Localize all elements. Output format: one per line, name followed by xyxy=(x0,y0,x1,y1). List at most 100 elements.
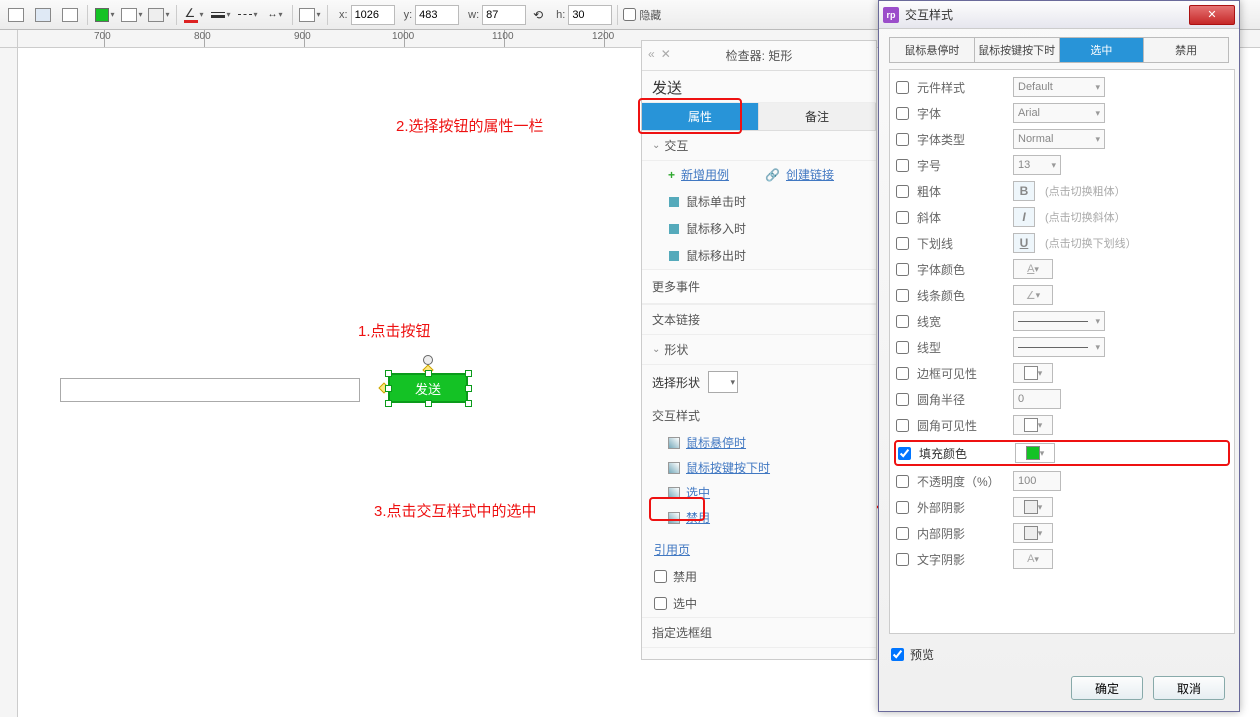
line-style-dropdown[interactable] xyxy=(1013,337,1105,357)
close-panel-icon[interactable]: ✕ xyxy=(661,47,671,61)
prop-fill-color-check[interactable] xyxy=(898,447,911,460)
border-style-icon[interactable]: ▾ xyxy=(120,4,144,26)
style-selected-row[interactable]: 选中 xyxy=(642,480,876,505)
ok-button[interactable]: 确定 xyxy=(1071,676,1143,700)
prop-line-width-check[interactable] xyxy=(896,315,909,328)
style-selected-link[interactable]: 选中 xyxy=(686,484,710,501)
inner-shadow-picker[interactable] xyxy=(1013,523,1053,543)
dialog-titlebar[interactable]: rp 交互样式 ✕ xyxy=(879,1,1239,29)
line-weight-icon[interactable]: ▾ xyxy=(209,4,233,26)
style-hover-link[interactable]: 鼠标悬停时 xyxy=(686,434,746,451)
prop-font-size-dropdown[interactable]: 13 xyxy=(1013,155,1061,175)
dlg-tab-selected[interactable]: 选中 xyxy=(1060,38,1145,62)
bold-toggle[interactable]: B xyxy=(1013,181,1035,201)
outer-shadow-picker[interactable] xyxy=(1013,497,1053,517)
hide-checkbox[interactable] xyxy=(623,8,636,21)
rotate-handle-icon[interactable] xyxy=(423,355,433,365)
arrow-style-icon[interactable]: ↔▾ xyxy=(263,4,287,26)
line-color-picker[interactable]: ∠ xyxy=(1013,285,1053,305)
cancel-button[interactable]: 取消 xyxy=(1153,676,1225,700)
prop-bold-check[interactable] xyxy=(896,185,909,198)
resize-handle-icon[interactable] xyxy=(385,385,392,392)
prop-italic-check[interactable] xyxy=(896,211,909,224)
resize-handle-icon[interactable] xyxy=(465,370,472,377)
section-interaction[interactable]: ⌄交互 xyxy=(642,131,876,161)
section-shape[interactable]: ⌄形状 xyxy=(642,335,876,365)
close-button[interactable]: ✕ xyxy=(1189,5,1235,25)
corner-radius-input[interactable]: 0 xyxy=(1013,389,1061,409)
dlg-tab-hover[interactable]: 鼠标悬停时 xyxy=(890,38,975,62)
send-button-widget[interactable]: 发送 xyxy=(388,373,468,403)
preview-checkbox[interactable] xyxy=(891,648,904,661)
create-link-link[interactable]: 创建链接 xyxy=(786,166,834,183)
selected-widget[interactable]: 发送 xyxy=(378,363,478,413)
tab-notes[interactable]: 备注 xyxy=(759,103,876,130)
resize-handle-icon[interactable] xyxy=(465,385,472,392)
prop-font-color-check[interactable] xyxy=(896,263,909,276)
line-style-icon[interactable]: ▾ xyxy=(236,4,260,26)
h-input[interactable] xyxy=(568,5,612,25)
prop-font-type-check[interactable] xyxy=(896,133,909,146)
vdist-icon[interactable]: ▾ xyxy=(298,4,322,26)
ref-page-link[interactable]: 引用页 xyxy=(654,541,690,558)
resize-handle-icon[interactable] xyxy=(385,400,392,407)
selected-checkbox[interactable] xyxy=(654,597,667,610)
prop-font-dropdown[interactable]: Arial xyxy=(1013,103,1105,123)
canvas-text-input-widget[interactable] xyxy=(60,378,360,402)
y-input[interactable] xyxy=(415,5,459,25)
prop-font-size-check[interactable] xyxy=(896,159,909,172)
border-vis-picker[interactable] xyxy=(1013,363,1053,383)
resize-handle-icon[interactable] xyxy=(425,400,432,407)
add-case-link[interactable]: 新增用例 xyxy=(681,166,729,183)
prop-corner-vis-check[interactable] xyxy=(896,419,909,432)
dlg-tab-disabled[interactable]: 禁用 xyxy=(1144,38,1228,62)
style-mousedown-row[interactable]: 鼠标按键按下时 xyxy=(642,455,876,480)
section-text-link[interactable]: 文本链接 xyxy=(642,304,876,335)
style-hover-row[interactable]: 鼠标悬停时 xyxy=(642,430,876,455)
prop-opacity-check[interactable] xyxy=(896,475,909,488)
resize-handle-icon[interactable] xyxy=(465,400,472,407)
disabled-checkbox[interactable] xyxy=(654,570,667,583)
line-width-dropdown[interactable] xyxy=(1013,311,1105,331)
prop-font-check[interactable] xyxy=(896,107,909,120)
shadow-icon[interactable]: ▾ xyxy=(147,4,171,26)
opacity-input[interactable]: 100 xyxy=(1013,471,1061,491)
resize-handle-icon[interactable] xyxy=(385,370,392,377)
dlg-tab-mousedown[interactable]: 鼠标按键按下时 xyxy=(975,38,1060,62)
lock-aspect-icon[interactable]: ⟲ xyxy=(529,4,547,26)
font-color-picker[interactable]: A xyxy=(1013,259,1053,279)
prop-text-shadow-check[interactable] xyxy=(896,553,909,566)
prop-corner-radius-check[interactable] xyxy=(896,393,909,406)
prop-widget-style-dropdown[interactable]: Default xyxy=(1013,77,1105,97)
style-disabled-row[interactable]: 禁用 xyxy=(642,505,876,530)
prop-font-type-dropdown[interactable]: Normal xyxy=(1013,129,1105,149)
fill-color-picker[interactable] xyxy=(1015,443,1055,463)
x-input[interactable] xyxy=(351,5,395,25)
underline-toggle[interactable]: U xyxy=(1013,233,1035,253)
w-input[interactable] xyxy=(482,5,526,25)
align-left-icon[interactable] xyxy=(4,4,28,26)
event-onmouseleave[interactable]: 鼠标移出时 xyxy=(642,242,876,269)
text-shadow-picker[interactable]: A xyxy=(1013,549,1053,569)
prop-line-color-check[interactable] xyxy=(896,289,909,302)
more-events-row[interactable]: 更多事件 xyxy=(642,269,876,304)
prop-border-vis-check[interactable] xyxy=(896,367,909,380)
prop-inner-shadow-check[interactable] xyxy=(896,527,909,540)
prop-line-style-check[interactable] xyxy=(896,341,909,354)
event-onmouseenter[interactable]: 鼠标移入时 xyxy=(642,215,876,242)
fill-color-icon[interactable]: ▾ xyxy=(93,4,117,26)
event-onclick[interactable]: 鼠标单击时 xyxy=(642,188,876,215)
line-color-icon[interactable]: ∠▾ xyxy=(182,4,206,26)
shape-picker[interactable] xyxy=(708,371,738,393)
collapse-icon[interactable]: « xyxy=(648,47,655,61)
align-right-icon[interactable] xyxy=(58,4,82,26)
prop-widget-style-check[interactable] xyxy=(896,81,909,94)
prop-outer-shadow-check[interactable] xyxy=(896,501,909,514)
tab-properties[interactable]: 属性 xyxy=(642,103,759,130)
italic-toggle[interactable]: I xyxy=(1013,207,1035,227)
corner-vis-picker[interactable] xyxy=(1013,415,1053,435)
style-disabled-link[interactable]: 禁用 xyxy=(686,509,710,526)
align-center-icon[interactable] xyxy=(31,4,55,26)
prop-underline-check[interactable] xyxy=(896,237,909,250)
resize-handle-icon[interactable] xyxy=(425,370,432,377)
